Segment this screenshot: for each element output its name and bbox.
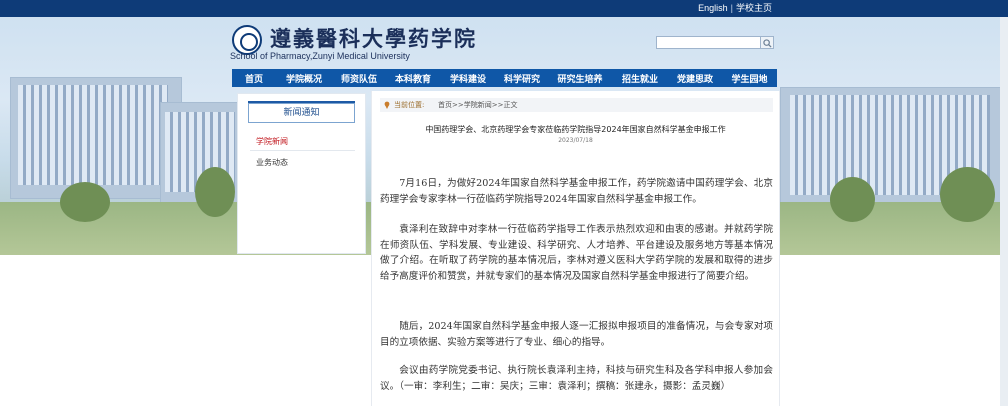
breadcrumb-current: 正文 <box>503 101 518 109</box>
sidebar-item-college-news[interactable]: 学院新闻 <box>256 136 288 147</box>
breadcrumb-separator: >> <box>491 101 504 109</box>
top-links: English | 学校主页 <box>698 0 772 17</box>
search-input[interactable] <box>656 36 762 49</box>
nav-discipline[interactable]: 学科建设 <box>440 72 496 85</box>
nav-party[interactable]: 党建思政 <box>668 72 722 85</box>
sidebar-divider <box>250 150 355 151</box>
breadcrumb: 当前位置: 首页>>学院新闻>>正文 <box>380 98 773 112</box>
article-panel: 当前位置: 首页>>学院新闻>>正文 中国药理学会、北京药理学会专家莅临药学院指… <box>371 91 780 406</box>
article-paragraph: 7月16日，为做好2024年国家自然科学基金申报工作，药学院邀请中国药理学会、北… <box>380 178 773 205</box>
article-title: 中国药理学会、北京药理学会专家莅临药学院指导2024年国家自然科学基金申报工作 <box>425 125 726 134</box>
top-bar: English | 学校主页 <box>0 0 1008 17</box>
nav-research[interactable]: 科学研究 <box>496 72 548 85</box>
search-icon <box>763 39 772 48</box>
article-paragraph: 袁泽利在致辞中对李林一行莅临药学指导工作表示热烈欢迎和由衷的感谢。并就药学院在师… <box>380 224 773 282</box>
nav-about[interactable]: 学院概况 <box>276 72 332 85</box>
breadcrumb-home[interactable]: 首页 <box>438 101 452 109</box>
article-paragraph: 会议由药学院党委书记、执行院长袁泽利主持，科技与研究生科及各学科申报人参加会议。… <box>380 365 773 392</box>
nav-graduate[interactable]: 研究生培养 <box>548 72 612 85</box>
nav-undergraduate[interactable]: 本科教育 <box>386 72 440 85</box>
scrollbar-track[interactable] <box>1000 17 1008 406</box>
article-paragraph: 随后，2024年国家自然科学基金申报人逐一汇报拟申报项目的准备情况，与会专家对项… <box>380 321 773 348</box>
nav-students[interactable]: 学生园地 <box>722 72 777 85</box>
nav-home[interactable]: 首页 <box>232 72 276 85</box>
school-name-en: School of Pharmacy,Zunyi Medical Univers… <box>230 51 410 61</box>
article-date: 2023/07/18 <box>558 137 593 144</box>
search-box <box>656 36 774 49</box>
sidebar-title: 新闻通知 <box>248 101 355 123</box>
breadcrumb-separator: >> <box>452 101 464 109</box>
breadcrumb-label: 当前位置: <box>394 101 425 109</box>
main-nav: 首页 学院概况 师资队伍 本科教育 学科建设 科学研究 研究生培养 招生就业 党… <box>232 69 777 87</box>
school-name: 遵義醫科大學药学院 <box>270 26 477 51</box>
sidebar: 新闻通知 学院新闻 业务动态 <box>237 93 366 254</box>
nav-faculty[interactable]: 师资队伍 <box>332 72 386 85</box>
breadcrumb-section[interactable]: 学院新闻 <box>464 101 492 109</box>
location-pin-icon <box>384 101 390 109</box>
search-button[interactable] <box>760 36 774 49</box>
sidebar-item-business-news[interactable]: 业务动态 <box>256 157 288 168</box>
school-home-link[interactable]: 学校主页 <box>736 3 772 13</box>
english-link[interactable]: English <box>698 3 728 13</box>
nav-admissions[interactable]: 招生就业 <box>612 72 668 85</box>
top-links-separator: | <box>730 3 733 13</box>
